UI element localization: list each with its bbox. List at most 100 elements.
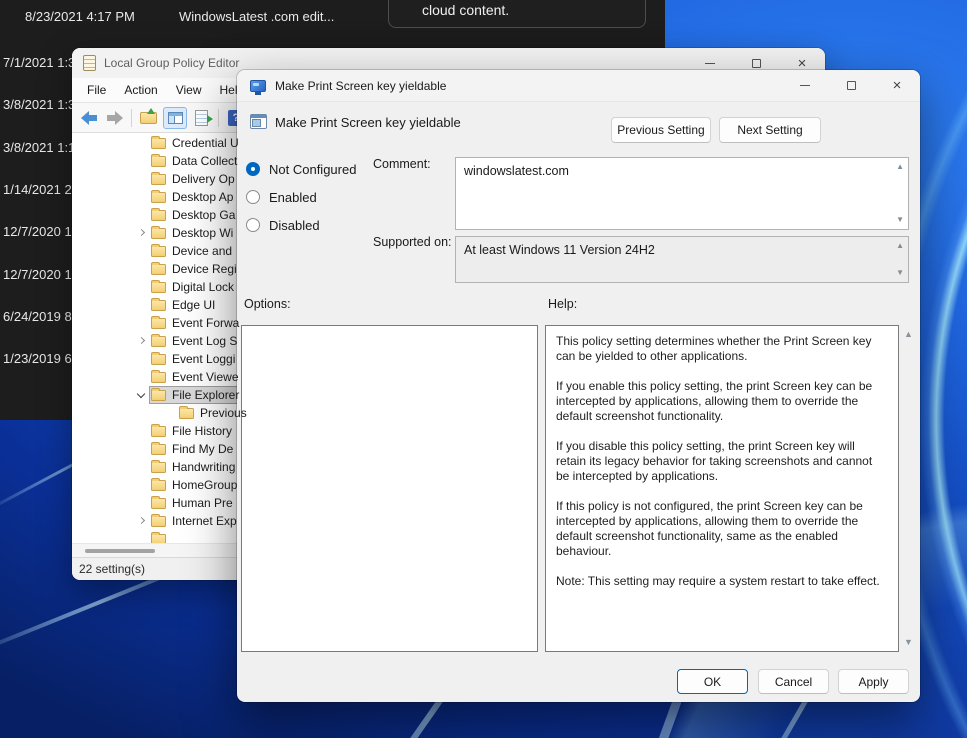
comment-field[interactable]: windowslatest.com ▲ ▼ — [455, 157, 909, 230]
tree-item-label: Previous — [200, 406, 247, 420]
tree-item-label: Data Collect — [172, 154, 237, 168]
up-one-level-icon[interactable] — [140, 112, 157, 124]
ok-button[interactable]: OK — [677, 669, 748, 694]
tree-item-label: Event Forwa — [172, 316, 239, 330]
close-button[interactable]: × — [874, 70, 920, 101]
chevron-placeholder — [136, 497, 148, 509]
chevron-placeholder — [136, 443, 148, 455]
chevron-placeholder — [136, 353, 148, 365]
scroll-up-icon[interactable]: ▲ — [896, 163, 904, 171]
tree-item-label: Event Log S — [172, 334, 237, 348]
bg-date: 3/8/2021 1:1: — [3, 140, 72, 155]
radio-enabled[interactable]: Enabled — [246, 189, 317, 205]
policy-setting-icon — [250, 114, 267, 129]
chevron-right-icon[interactable] — [136, 335, 148, 347]
tooltip-box: cloud content. — [388, 0, 646, 28]
menu-view[interactable]: View — [167, 80, 211, 100]
folder-icon — [151, 336, 166, 347]
radio-icon[interactable] — [246, 218, 260, 232]
help-paragraph: If you enable this policy setting, the p… — [556, 379, 888, 424]
apply-button[interactable]: Apply — [838, 669, 909, 694]
show-console-tree-icon[interactable] — [163, 107, 187, 129]
bg-date: 12/7/2020 12 — [3, 267, 72, 282]
maximize-icon — [847, 81, 856, 90]
folder-icon — [151, 246, 166, 257]
tree-item-label: Event Viewe — [172, 370, 239, 384]
folder-icon — [151, 264, 166, 275]
chevron-placeholder — [136, 173, 148, 185]
chevron-placeholder — [136, 263, 148, 275]
chevron-down-icon[interactable] — [136, 389, 148, 401]
tree-item-label: Desktop Ga — [172, 208, 235, 222]
chevron-placeholder — [136, 137, 148, 149]
scroll-up-icon[interactable]: ▲ — [904, 330, 913, 339]
scroll-up-icon[interactable]: ▲ — [896, 242, 904, 250]
folder-icon — [151, 534, 166, 544]
folder-icon — [151, 138, 166, 149]
help-label: Help: — [548, 297, 577, 311]
chevron-right-icon[interactable] — [136, 227, 148, 239]
radio-selected-icon[interactable] — [246, 162, 260, 176]
scroll-down-icon[interactable]: ▼ — [896, 269, 904, 277]
help-paragraph: Note: This setting may require a system … — [556, 574, 888, 589]
tree-item-label: Device Regi — [172, 262, 237, 276]
folder-icon — [151, 300, 166, 311]
cancel-button[interactable]: Cancel — [758, 669, 829, 694]
previous-setting-button[interactable]: Previous Setting — [611, 117, 711, 143]
radio-disabled[interactable]: Disabled — [246, 217, 320, 233]
chevron-placeholder — [136, 191, 148, 203]
menu-action[interactable]: Action — [115, 80, 166, 100]
tree-item-label: Device and — [172, 244, 232, 258]
file-name-label: WindowsLatest .com edit... — [179, 9, 334, 24]
radio-icon[interactable] — [246, 190, 260, 204]
toolbar-separator — [218, 109, 219, 127]
options-label: Options: — [244, 297, 291, 311]
chevron-placeholder — [136, 155, 148, 167]
forward-icon[interactable] — [105, 111, 123, 125]
tree-item-label: File Explorer — [172, 388, 239, 402]
bg-date: 12/7/2020 12 — [3, 224, 72, 239]
chevron-placeholder — [136, 209, 148, 221]
bg-date: 7/1/2021 1:3 — [3, 55, 72, 70]
folder-icon — [151, 156, 166, 167]
chevron-placeholder — [136, 461, 148, 473]
policy-dialog: Make Print Screen key yieldable × Make P… — [237, 70, 920, 702]
folder-icon — [151, 498, 166, 509]
scroll-down-icon[interactable]: ▼ — [896, 216, 904, 224]
chevron-placeholder — [136, 425, 148, 437]
gpedit-app-icon — [83, 55, 96, 71]
folder-icon — [151, 354, 166, 365]
menu-file[interactable]: File — [78, 80, 115, 100]
folder-icon — [179, 408, 194, 419]
comment-label: Comment: — [373, 157, 431, 171]
maximize-button[interactable] — [828, 70, 874, 101]
radio-not-configured[interactable]: Not Configured — [246, 161, 356, 177]
radio-label: Not Configured — [269, 162, 356, 177]
toolbar-separator — [131, 109, 132, 127]
folder-icon — [151, 318, 166, 329]
minimize-icon — [705, 63, 715, 64]
scrollbar-thumb[interactable] — [85, 549, 155, 553]
radio-label: Enabled — [269, 190, 317, 205]
export-list-icon[interactable] — [195, 110, 208, 126]
bg-date: 6/24/2019 8 — [3, 309, 72, 324]
comment-value: windowslatest.com — [464, 164, 569, 178]
folder-icon — [151, 462, 166, 473]
scroll-down-icon[interactable]: ▼ — [904, 638, 913, 647]
minimize-button[interactable] — [782, 70, 828, 101]
help-paragraph: If this policy is not configured, the pr… — [556, 499, 888, 559]
close-icon: × — [893, 78, 902, 93]
chevron-right-icon[interactable] — [136, 515, 148, 527]
folder-icon — [151, 192, 166, 203]
dialog-app-icon — [250, 80, 266, 92]
back-icon[interactable] — [81, 111, 99, 125]
tree-item-label: Delivery Op — [172, 172, 235, 186]
gpedit-window-title: Local Group Policy Editor — [104, 56, 239, 70]
supported-on-value: At least Windows 11 Version 24H2 — [464, 243, 655, 257]
supported-on-field: At least Windows 11 Version 24H2 ▲ ▼ — [455, 236, 909, 283]
next-setting-button[interactable]: Next Setting — [719, 117, 821, 143]
dialog-titlebar[interactable]: Make Print Screen key yieldable × — [237, 70, 920, 102]
tree-item-label: Credential U — [172, 136, 239, 150]
tree-item-label: Edge UI — [172, 298, 215, 312]
help-paragraph: If you disable this policy setting, the … — [556, 439, 888, 484]
